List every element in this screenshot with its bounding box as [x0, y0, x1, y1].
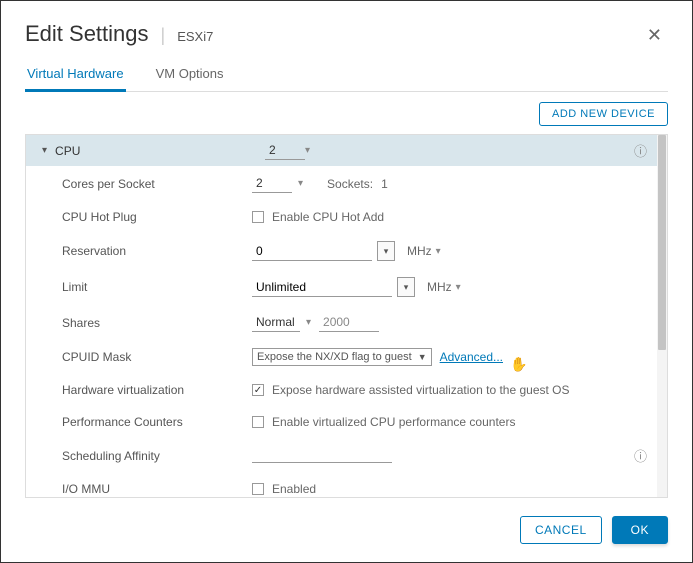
ok-button[interactable]: OK	[612, 516, 668, 544]
row-reservation: Reservation ▾ MHz ▾	[26, 233, 657, 269]
hwvirt-checkbox[interactable]: ✓	[252, 384, 264, 396]
dialog-title: Edit Settings	[25, 21, 149, 47]
chevron-down-icon: ▾	[436, 246, 441, 257]
scheduling-affinity-input[interactable]	[252, 449, 392, 463]
chevron-down-icon: ▾	[306, 317, 311, 328]
row-cpu-hot-plug: CPU Hot Plug Enable CPU Hot Add	[26, 201, 657, 233]
chevron-down-icon: ▾	[298, 178, 303, 189]
row-shares: Shares Normal ▾ 2000	[26, 305, 657, 340]
chevron-down-icon: ▾	[42, 145, 47, 156]
cores-select[interactable]: 2 ▾	[252, 174, 303, 193]
limit-input[interactable]	[252, 278, 392, 297]
title-divider: |	[161, 25, 166, 46]
info-icon[interactable]: ⓘ	[634, 141, 647, 160]
limit-dropdown-button[interactable]: ▾	[397, 277, 415, 297]
iommu-checkbox[interactable]	[252, 483, 264, 495]
info-icon[interactable]: ⓘ	[634, 446, 647, 465]
tab-vm-options[interactable]: VM Options	[154, 60, 226, 91]
row-hardware-virtualization: Hardware virtualization ✓ Expose hardwar…	[26, 374, 657, 406]
reservation-input[interactable]	[252, 242, 372, 261]
row-performance-counters: Performance Counters Enable virtualized …	[26, 406, 657, 438]
cpu-label: CPU	[55, 144, 265, 158]
chevron-down-icon: ▼	[418, 352, 427, 362]
close-icon[interactable]: ✕	[641, 23, 668, 48]
row-scheduling-affinity: Scheduling Affinity ⓘ	[26, 438, 657, 473]
cpu-count-select[interactable]: 2 ▾	[265, 141, 310, 160]
row-cores-per-socket: Cores per Socket 2 ▾ Sockets: 1	[26, 166, 657, 201]
row-limit: Limit ▾ MHz ▾	[26, 269, 657, 305]
cancel-button[interactable]: CANCEL	[520, 516, 602, 544]
hot-add-checkbox[interactable]	[252, 211, 264, 223]
shares-level-select[interactable]: Normal ▾	[252, 313, 311, 332]
limit-unit-select[interactable]: MHz ▾	[427, 280, 461, 294]
add-new-device-button[interactable]: ADD NEW DEVICE	[539, 102, 668, 126]
row-io-mmu: I/O MMU Enabled	[26, 473, 657, 497]
settings-panel: ▾ CPU 2 ▾ ⓘ Cores per Socket 2 ▾ Sockets…	[25, 134, 668, 498]
dialog-footer: CANCEL OK	[25, 498, 668, 544]
scrollbar[interactable]	[657, 135, 667, 497]
shares-value: 2000	[319, 313, 379, 332]
tab-virtual-hardware[interactable]: Virtual Hardware	[25, 60, 126, 92]
cpuid-mask-select[interactable]: Expose the NX/XD flag to guest ▼	[252, 348, 432, 366]
chevron-down-icon: ▾	[305, 145, 310, 156]
chevron-down-icon: ▾	[456, 282, 461, 293]
perfctr-checkbox[interactable]	[252, 416, 264, 428]
dialog-header: Edit Settings | ESXi7 ✕	[25, 21, 668, 48]
cpuid-advanced-link[interactable]: Advanced...	[440, 350, 503, 364]
reservation-unit-select[interactable]: MHz ▾	[407, 244, 441, 258]
reservation-dropdown-button[interactable]: ▾	[377, 241, 395, 261]
tab-bar: Virtual Hardware VM Options	[25, 60, 668, 92]
edit-settings-dialog: Edit Settings | ESXi7 ✕ Virtual Hardware…	[1, 1, 692, 562]
vm-name: ESXi7	[177, 29, 213, 44]
cpu-section-header[interactable]: ▾ CPU 2 ▾ ⓘ	[26, 135, 657, 166]
scrollbar-thumb[interactable]	[658, 135, 666, 350]
add-device-row: ADD NEW DEVICE	[25, 102, 668, 126]
settings-scroll[interactable]: ▾ CPU 2 ▾ ⓘ Cores per Socket 2 ▾ Sockets…	[26, 135, 657, 497]
row-cpuid-mask: CPUID Mask Expose the NX/XD flag to gues…	[26, 340, 657, 374]
